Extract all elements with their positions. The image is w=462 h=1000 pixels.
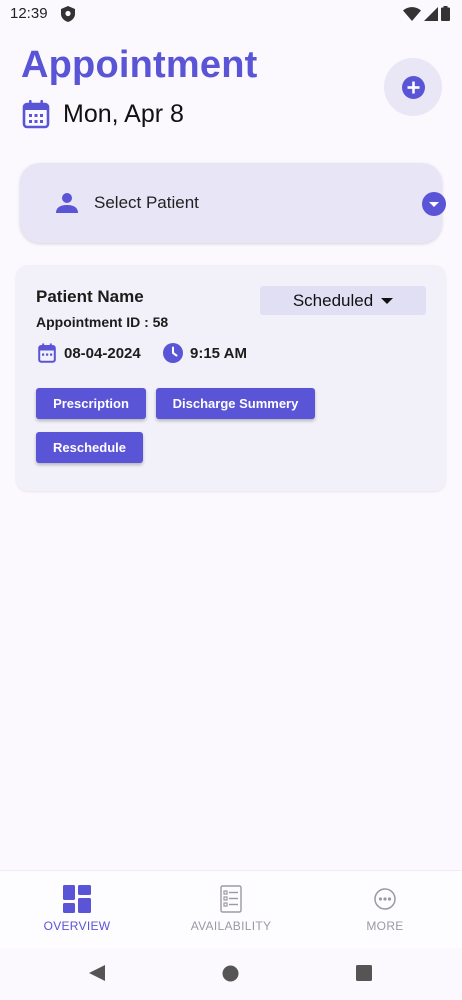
status-value: Scheduled	[292, 290, 374, 310]
wifi-icon	[403, 6, 421, 21]
patient-select-label: Select Patient	[94, 193, 199, 212]
caret-down-icon	[381, 297, 394, 304]
chevron-down-icon[interactable]	[422, 192, 446, 216]
appointment-date-row: 08-04-2024	[38, 343, 141, 363]
nav-item-availability[interactable]: AVAILABILITY	[171, 885, 291, 933]
reschedule-button[interactable]: Reschedule	[36, 432, 143, 463]
status-time: 12:39	[10, 5, 48, 22]
appointment-time: 9:15 AM	[190, 344, 247, 362]
patient-name: Patient Name	[36, 287, 144, 306]
back-icon[interactable]	[88, 964, 106, 982]
appointment-date: 08-04-2024	[64, 344, 141, 362]
recents-icon[interactable]	[356, 965, 372, 981]
dashboard-icon	[63, 885, 91, 913]
appointment-card: Patient Name Appointment ID : 58 Schedul…	[16, 265, 446, 491]
home-icon[interactable]	[222, 965, 239, 982]
battery-icon	[441, 6, 450, 21]
person-icon	[56, 193, 78, 213]
prescription-button[interactable]: Prescription	[36, 388, 146, 419]
calendar-icon	[22, 100, 50, 129]
status-dropdown[interactable]: Scheduled	[260, 286, 426, 315]
nav-item-overview[interactable]: OVERVIEW	[17, 885, 137, 933]
selected-date[interactable]: Mon, Apr 8	[63, 100, 184, 129]
appointment-id: Appointment ID : 58	[36, 314, 169, 330]
discharge-summary-button[interactable]: Discharge Summery	[156, 388, 315, 419]
date-row: Mon, Apr 8	[22, 99, 184, 129]
checklist-icon	[220, 885, 242, 913]
appointment-time-row: 9:15 AM	[163, 343, 247, 363]
calendar-icon	[38, 343, 56, 363]
status-bar: 12:39	[0, 0, 462, 28]
system-navigation-bar	[0, 948, 462, 1000]
plus-circle-icon	[401, 75, 425, 99]
more-icon	[374, 888, 396, 910]
clock-icon	[163, 343, 183, 363]
status-indicators	[403, 6, 450, 21]
patient-select-dropdown[interactable]: Select Patient	[20, 163, 446, 243]
signal-icon	[424, 6, 438, 21]
shield-icon	[61, 6, 75, 22]
nav-label-overview: OVERVIEW	[43, 919, 111, 933]
page-title: Appointment	[21, 44, 258, 86]
nav-label-availability: AVAILABILITY	[190, 919, 272, 933]
nav-item-more[interactable]: MORE	[325, 885, 445, 933]
add-appointment-button[interactable]	[384, 58, 442, 116]
bottom-navigation: OVERVIEW AVAILABILITY MORE	[0, 870, 462, 948]
nav-label-more: MORE	[366, 919, 404, 933]
